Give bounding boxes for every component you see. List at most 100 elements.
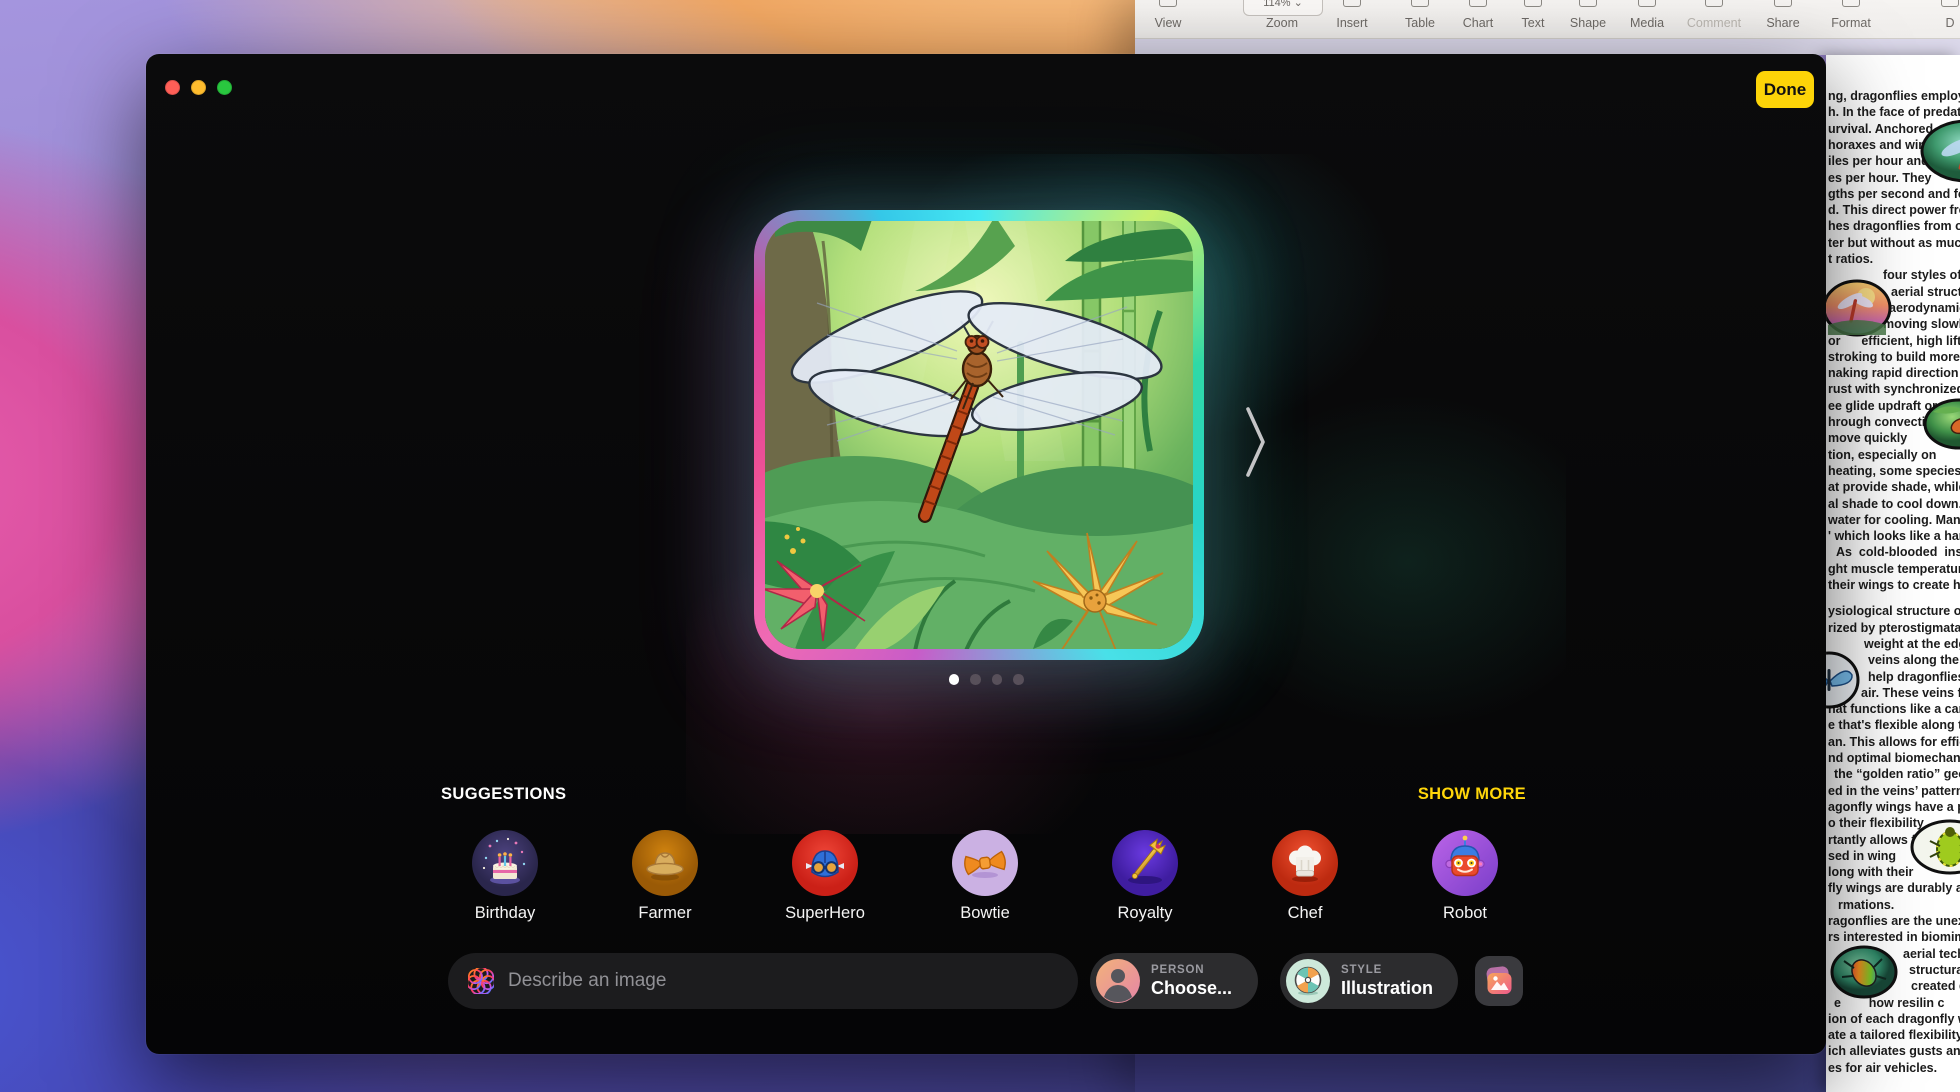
- document-text-line: h. In the face of predators: [1828, 105, 1960, 119]
- next-image-button[interactable]: [1246, 406, 1266, 478]
- fullscreen-button[interactable]: [217, 80, 232, 95]
- birthday-cake-icon: [472, 830, 538, 896]
- robot-icon: [1432, 830, 1498, 896]
- bowtie-icon: [952, 830, 1018, 896]
- document-text-line: ragonflies are the unexpe: [1828, 914, 1960, 928]
- suggestions-row: Birthday Farmer: [425, 830, 1545, 923]
- toolbar-item-label: Table: [1405, 16, 1435, 30]
- carousel-dots: [922, 674, 1050, 685]
- document-text-line: nd optimal biomechanics: [1828, 751, 1960, 765]
- document-text-line: rized by pterostigmata tha: [1828, 621, 1960, 635]
- zoom-level-dropdown[interactable]: 114% ⌄: [1243, 0, 1323, 16]
- doc-image-beetle-jungle: [1923, 398, 1960, 450]
- close-button[interactable]: [165, 80, 180, 95]
- person-value: Choose...: [1151, 978, 1232, 999]
- document-text-line: urvival. Anchored: [1828, 122, 1933, 136]
- style-value: Illustration: [1341, 978, 1433, 999]
- d-icon: [1941, 0, 1959, 7]
- image-playground-logo-icon: [468, 968, 494, 994]
- shape-icon: [1579, 0, 1597, 7]
- toolbar-item-label: Text: [1522, 16, 1545, 30]
- document-text-line: agonfly wings have a prote: [1828, 800, 1960, 814]
- royal-scepter-icon: [1112, 830, 1178, 896]
- dragonfly-jungle-illustration: [765, 221, 1193, 649]
- prompt-input[interactable]: [506, 969, 1078, 993]
- suggestion-label: Farmer: [638, 904, 691, 923]
- document-text-line: e that's flexible along the: [1828, 718, 1960, 732]
- suggestion-label: Chef: [1288, 904, 1323, 923]
- document-text-line: ate a tailored flexibility co: [1828, 1028, 1960, 1042]
- suggestion-superhero[interactable]: SuperHero: [745, 830, 905, 923]
- toolbar-item-label: Share: [1766, 16, 1799, 30]
- done-button[interactable]: Done: [1756, 71, 1814, 108]
- prompt-field-container: [448, 953, 1078, 1009]
- suggestion-label: Bowtie: [960, 904, 1010, 923]
- carousel-dot-1[interactable]: [949, 674, 960, 685]
- document-text-line: ich alleviates gusts and mi: [1828, 1044, 1960, 1058]
- carousel-dot-2[interactable]: [970, 674, 981, 685]
- document-text-line: fly wings are durably able: [1828, 881, 1960, 895]
- document-text-line: ng, dragonflies employ m: [1828, 89, 1960, 103]
- document-text-line: rmations.: [1828, 898, 1894, 912]
- document-text-line: es for air vehicles.: [1828, 1061, 1937, 1075]
- document-text-line: t ratios.: [1828, 252, 1873, 266]
- screen: ViewZoomInsertTableChartTextShapeMediaCo…: [0, 0, 1960, 1092]
- person-kicker: PERSON: [1151, 964, 1232, 976]
- photos-picker-button[interactable]: [1475, 956, 1523, 1006]
- suggestion-royalty[interactable]: Royalty: [1065, 830, 1225, 923]
- toolbar-item-label: Comment: [1687, 16, 1741, 30]
- document-text-line: ed in the veins’ pattern.: [1828, 784, 1960, 798]
- document-text-line: ght muscle temperature v: [1828, 562, 1960, 576]
- document-text-line: at provide shade, while ot: [1828, 480, 1960, 494]
- document-text-line: their wings to create hea: [1828, 578, 1960, 592]
- document-text-line: sed in wing: [1828, 849, 1896, 863]
- insert-icon: [1343, 0, 1361, 7]
- document-text-line: gths per second and forw: [1828, 187, 1960, 201]
- minimize-button[interactable]: [191, 80, 206, 95]
- document-text-line: al shade to cool down. Oth: [1828, 497, 1960, 511]
- toolbar-item-label: Insert: [1336, 16, 1367, 30]
- document-margin-strip: [1135, 39, 1960, 55]
- suggestion-bowtie[interactable]: Bowtie: [905, 830, 1065, 923]
- toolbar-item-label: Shape: [1570, 16, 1606, 30]
- doc-image-rainbow-beetle: [1830, 945, 1898, 999]
- window-controls: [165, 80, 232, 95]
- document-text-line: hes dragonflies from othe: [1828, 219, 1960, 233]
- suggestion-chef[interactable]: Chef: [1225, 830, 1385, 923]
- format-icon: [1842, 0, 1860, 7]
- photos-icon: [1484, 966, 1514, 996]
- media-icon: [1638, 0, 1656, 7]
- generated-image[interactable]: [754, 210, 1204, 660]
- document-text-line: es per hour. They: [1828, 171, 1932, 185]
- show-more-button[interactable]: SHOW MORE: [1418, 785, 1526, 804]
- share-icon: [1774, 0, 1792, 7]
- document-text-line: move quickly: [1828, 431, 1907, 445]
- document-text-line: weight at the edges: [1828, 637, 1960, 651]
- suggestion-label: SuperHero: [785, 904, 865, 923]
- carousel-dot-4[interactable]: [1013, 674, 1024, 685]
- suggestions-heading: SUGGESTIONS: [441, 785, 566, 804]
- document-text-line: rust with synchronized: [1828, 382, 1960, 396]
- doc-image-blue-butterfly: [1826, 651, 1860, 709]
- toolbar-item-label: Media: [1630, 16, 1664, 30]
- doc-image-green-beetle: [1910, 819, 1960, 875]
- document-text-line: iles per hour and: [1828, 154, 1929, 168]
- comment-icon: [1705, 0, 1723, 7]
- carousel-dot-3[interactable]: [992, 674, 1003, 685]
- document-text-line: ion of each dragonfly wing: [1828, 1012, 1960, 1026]
- suggestion-birthday[interactable]: Birthday: [425, 830, 585, 923]
- document-text-line: ee glide updraft or: [1828, 399, 1937, 413]
- suggestion-robot[interactable]: Robot: [1385, 830, 1545, 923]
- doc-image-dragonfly-sunset: [1826, 279, 1892, 337]
- document-text-line: As cold-blooded inse: [1828, 545, 1960, 559]
- text-icon: [1524, 0, 1542, 7]
- document-text-line: the “golden ratio” geomet: [1828, 767, 1960, 781]
- document-text-line: naking rapid direction cha: [1828, 366, 1960, 380]
- suggestion-farmer[interactable]: Farmer: [585, 830, 745, 923]
- illustration-style-icon: [1286, 959, 1330, 1003]
- image-playground-window: Done: [146, 54, 1826, 1054]
- style-button[interactable]: STYLE Illustration: [1280, 953, 1458, 1009]
- person-button[interactable]: PERSON Choose...: [1090, 953, 1258, 1009]
- document-text-line: ' which looks like a hands: [1828, 529, 1960, 543]
- toolbar-item-label: D: [1945, 16, 1954, 30]
